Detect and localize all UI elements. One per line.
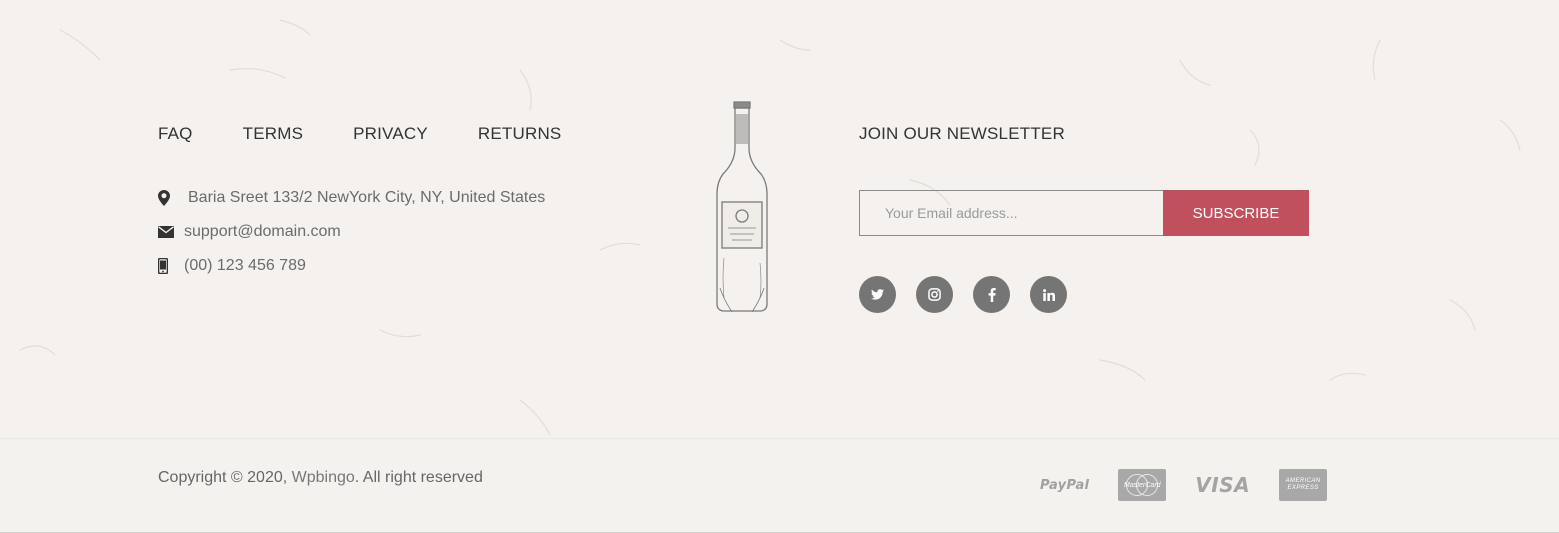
footer-link-faq[interactable]: FAQ — [158, 124, 193, 144]
contact-address: Baria Sreet 133/2 NewYork City, NY, Unit… — [158, 188, 545, 208]
twitter-icon[interactable] — [859, 276, 896, 313]
visa-logo: VISA — [1195, 473, 1251, 497]
address-text: Baria Sreet 133/2 NewYork City, NY, Unit… — [188, 189, 546, 206]
brand-link[interactable]: Wpbingo — [292, 469, 355, 486]
payment-methods: PayPal MasterCard VISA AMERICAN EXPRESS — [1040, 469, 1356, 501]
newsletter-email-input[interactable] — [859, 190, 1163, 236]
social-links — [859, 276, 1087, 313]
contact-info: Baria Sreet 133/2 NewYork City, NY, Unit… — [158, 188, 545, 290]
footer-link-privacy[interactable]: PRIVACY — [353, 124, 428, 144]
map-pin-icon — [158, 189, 184, 207]
american-express-logo: AMERICAN EXPRESS — [1279, 469, 1328, 501]
instagram-icon[interactable] — [916, 276, 953, 313]
phone-text[interactable]: (00) 123 456 789 — [184, 257, 306, 275]
mastercard-logo: MasterCard — [1118, 469, 1167, 501]
contact-email: support@domain.com — [158, 222, 545, 242]
copyright-suffix: . All right reserved — [354, 469, 483, 486]
copyright: Copyright © 2020, Wpbingo. All right res… — [158, 469, 483, 487]
newsletter-title: JOIN OUR NEWSLETTER — [859, 124, 1065, 143]
footer-menu: FAQ TERMS PRIVACY RETURNS — [158, 124, 611, 144]
newsletter-form: SUBSCRIBE — [859, 190, 1309, 236]
linkedin-icon[interactable] — [1030, 276, 1067, 313]
footer-link-terms[interactable]: TERMS — [243, 124, 304, 144]
footer-link-returns[interactable]: RETURNS — [478, 124, 562, 144]
envelope-icon — [158, 223, 184, 241]
mobile-phone-icon — [158, 257, 184, 275]
facebook-icon[interactable] — [973, 276, 1010, 313]
contact-phone: (00) 123 456 789 — [158, 256, 545, 276]
footer-top: FAQ TERMS PRIVACY RETURNS Baria Sreet 13… — [0, 0, 1559, 438]
email-text[interactable]: support@domain.com — [184, 223, 341, 241]
subscribe-button[interactable]: SUBSCRIBE — [1163, 190, 1309, 236]
copyright-prefix: Copyright © 2020, — [158, 469, 292, 486]
paypal-logo: PayPal — [1040, 477, 1090, 493]
footer-bottom: Copyright © 2020, Wpbingo. All right res… — [0, 438, 1559, 533]
wine-bottle-illustration — [716, 101, 768, 313]
